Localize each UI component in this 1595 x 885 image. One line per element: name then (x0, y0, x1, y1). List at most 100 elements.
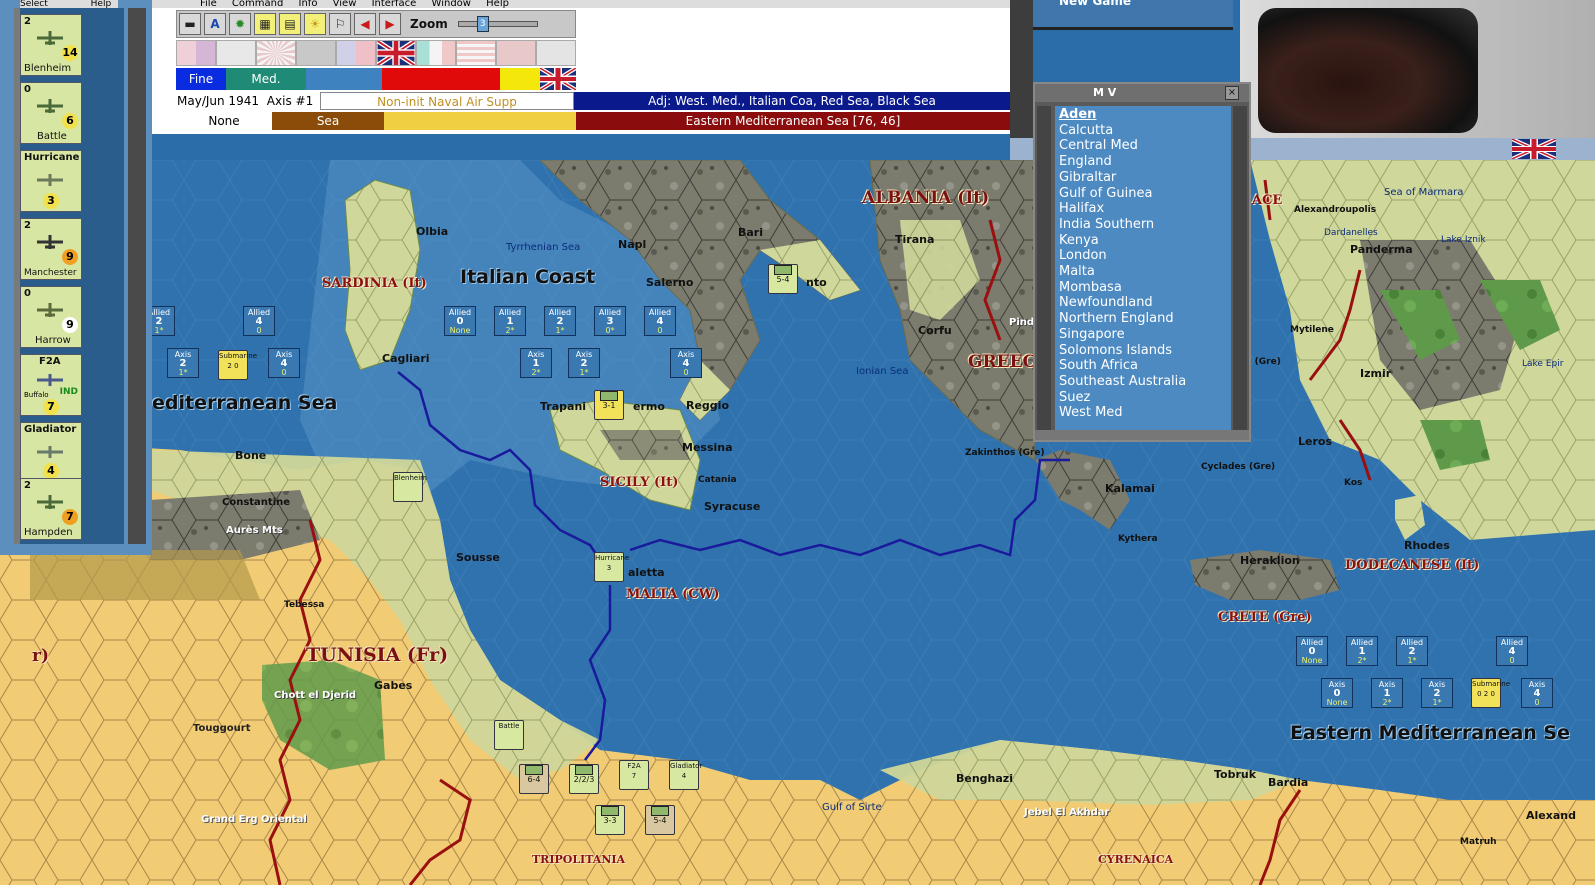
menu-command[interactable]: Command (232, 0, 283, 8)
menu-interface[interactable]: Interface (372, 0, 417, 8)
unit-card-harrow[interactable]: 0 9 Harrow (20, 286, 82, 348)
unit-counter[interactable]: 5-4 (768, 264, 798, 294)
unit-card-hurricane[interactable]: Hurricane 3 (20, 150, 82, 212)
menu-file[interactable]: File (200, 0, 217, 8)
submarine-counter[interactable]: Submarine 2 0 (218, 350, 257, 380)
uk-flag-icon[interactable] (376, 40, 416, 66)
unit-counter[interactable]: 2/2/3 (569, 764, 599, 794)
menu-window[interactable]: Window (432, 0, 471, 8)
tally-box[interactable]: Allied 1 2* (494, 306, 526, 336)
target-icon[interactable] (536, 40, 576, 66)
mv-list-item[interactable]: Northern England (1059, 311, 1231, 327)
unit-card-f2a[interactable]: F2A Buffalo IND 7 (20, 354, 82, 416)
mv-list-item[interactable]: Aden (1059, 107, 1231, 123)
mv-list-item[interactable]: London (1059, 248, 1231, 264)
flag-icon[interactable] (496, 40, 536, 66)
mv-list-item[interactable]: Halifax (1059, 201, 1231, 217)
menu-view[interactable]: View (333, 0, 357, 8)
close-icon[interactable]: × (1225, 86, 1239, 100)
new-game-title[interactable]: New Game (1033, 0, 1233, 30)
unit-counter[interactable]: 3-1 (594, 390, 624, 420)
air-unit-counter[interactable]: Battle (494, 720, 524, 750)
tally-box[interactable]: Axis 2 1* (568, 348, 600, 378)
mv-list-item[interactable]: Southeast Australia (1059, 374, 1231, 390)
unit-card-hampden[interactable]: 2 7 Hampden (20, 478, 82, 540)
zoom-slider-thumb[interactable]: 3 (476, 16, 489, 32)
arrow-left-icon[interactable]: ◀ (354, 13, 376, 35)
tally-box[interactable]: Axis 2 1* (167, 348, 199, 378)
tally-box[interactable]: Axis 4 0 (1521, 678, 1553, 708)
mv-list-item[interactable]: Suez (1059, 390, 1231, 406)
mv-list-item[interactable]: West Med (1059, 405, 1231, 421)
tally-box[interactable]: Axis 0 None (1321, 678, 1353, 708)
mv-list-item[interactable]: Malta (1059, 264, 1231, 280)
tally-box[interactable]: Axis 1 2* (520, 348, 552, 378)
submarine-counter[interactable]: Submarine 0 2 0 (1471, 678, 1510, 708)
flag-icon[interactable] (416, 40, 456, 66)
mv-list-item[interactable]: Calcutta (1059, 123, 1231, 139)
grid2-icon[interactable]: ▤ (279, 13, 301, 35)
tally-box[interactable]: Allied 0 None (1296, 636, 1328, 666)
a-icon[interactable]: A (204, 13, 226, 35)
weather-fine[interactable]: Fine (176, 68, 226, 90)
flag-icon[interactable] (336, 40, 376, 66)
mv-list[interactable]: Aden Calcutta Central Med England Gibral… (1055, 106, 1231, 432)
air-unit-counter[interactable]: Hurricane 3 (594, 552, 629, 582)
sun-icon[interactable]: ☀ (304, 13, 326, 35)
air-unit-counter[interactable]: Gladiator 4 (669, 760, 702, 790)
mv-list-item[interactable]: Gulf of Guinea (1059, 186, 1231, 202)
tally-box[interactable]: Allied 4 0 (1496, 636, 1528, 666)
tally-box[interactable]: Allied 4 0 (243, 306, 275, 336)
arrow-right-icon[interactable]: ▶ (379, 13, 401, 35)
tally-box[interactable]: Allied 0 None (444, 306, 476, 336)
uk-flag-icon[interactable] (540, 68, 576, 90)
flag-icon[interactable] (256, 40, 296, 66)
tally-box[interactable]: Axis 2 1* (1421, 678, 1453, 708)
mv-list-item[interactable]: India Southern (1059, 217, 1231, 233)
menu-help[interactable]: Help (486, 0, 509, 8)
unit-card-manchester[interactable]: 2 9 Manchester (20, 218, 82, 280)
menu-info[interactable]: Info (299, 0, 318, 8)
tally-box[interactable]: Allied 1 2* (1346, 636, 1378, 666)
mv-list-item[interactable]: Solomons Islands (1059, 343, 1231, 359)
tally-box[interactable]: Axis 1 2* (1371, 678, 1403, 708)
flag-icon[interactable]: ⚐ (329, 13, 351, 35)
weather-med[interactable]: Med. (226, 68, 306, 90)
unit-card-blenheim[interactable]: 2 14 Blenheim (20, 14, 82, 76)
mv-list-item[interactable]: England (1059, 154, 1231, 170)
unit-card-battle[interactable]: 0 6 Battle (20, 82, 82, 144)
gear-icon[interactable]: ✹ (229, 13, 251, 35)
mv-list-item[interactable]: Central Med (1059, 138, 1231, 154)
flag-icon[interactable] (176, 40, 216, 66)
mv-scrollbar-right[interactable] (1233, 106, 1247, 432)
mv-panel-title[interactable]: M V (1035, 84, 1249, 102)
mv-list-panel[interactable]: M V × Aden Calcutta Central Med England … (1033, 82, 1251, 442)
mv-scrollbar-left[interactable] (1037, 106, 1051, 432)
unit-card-gladiator[interactable]: Gladiator 4 (20, 422, 82, 484)
mv-list-item[interactable]: Newfoundland (1059, 295, 1231, 311)
tally-box[interactable]: Allied 2 1* (544, 306, 576, 336)
flag-icon[interactable] (296, 40, 336, 66)
mv-list-item[interactable]: Mombasa (1059, 280, 1231, 296)
tally-box[interactable]: Axis 4 0 (268, 348, 300, 378)
uk-flag-icon[interactable] (1512, 139, 1556, 159)
mv-list-item[interactable]: Kenya (1059, 233, 1231, 249)
unit-counter[interactable]: 5-4 (645, 805, 675, 835)
mv-list-item[interactable]: Singapore (1059, 327, 1231, 343)
tally-box[interactable]: Allied 2 1* (1396, 636, 1428, 666)
strategic-map[interactable]: ALBANIA (It) SARDINIA (It) SICILY (It) M… (0, 160, 1595, 885)
air-unit-counter[interactable]: F2A 7 (619, 760, 649, 790)
tally-box[interactable]: Allied 3 0* (594, 306, 626, 336)
mv-list-item[interactable]: Gibraltar (1059, 170, 1231, 186)
air-unit-counter[interactable]: Blenheim (393, 472, 427, 502)
unit-counter[interactable]: 6-4 (519, 764, 549, 794)
tally-box[interactable]: Allied 4 0 (644, 306, 676, 336)
flag-icon[interactable] (216, 40, 256, 66)
unit-counter[interactable]: 3-3 (595, 805, 625, 835)
mv-list-item[interactable]: South Africa (1059, 358, 1231, 374)
zoom-slider[interactable]: 3 (457, 16, 538, 32)
flag-icon[interactable] (456, 40, 496, 66)
tally-box[interactable]: Axis 4 0 (670, 348, 702, 378)
roster-scrollbar[interactable] (128, 8, 146, 544)
grid-icon[interactable]: ▦ (254, 13, 276, 35)
